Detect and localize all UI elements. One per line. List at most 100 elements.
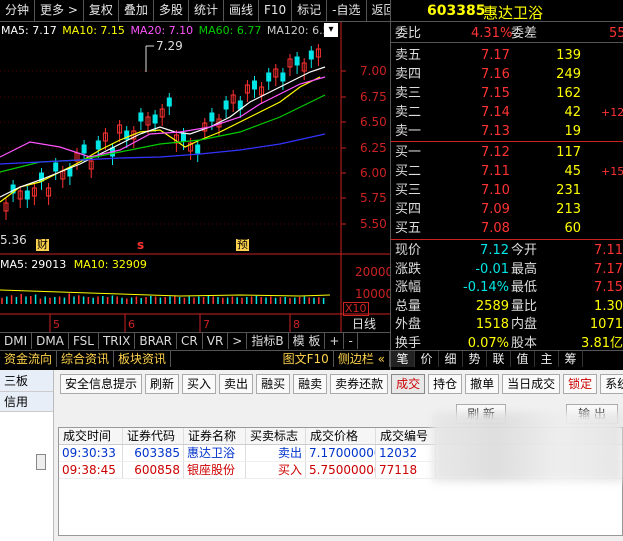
blurred-region [432,412,623,482]
trade-button[interactable]: 安全信息提示 [60,374,143,394]
quote-panel: 603385 惠达卫浴 委比 4.31% 委差 55 卖五 7.17 139 卖四 7.… [390,0,623,370]
indicator-tab[interactable]: TRIX [99,333,136,349]
candlestick [294,56,300,66]
candlestick [181,132,186,142]
trade-button[interactable]: 系统 [600,374,623,394]
side-scroll-handle[interactable] [36,454,46,470]
quote-row: 总量 2589 量比 1.30 [391,297,623,316]
level-volume: 213 [556,202,581,217]
toolbar-item[interactable]: 叠加 [119,0,154,21]
trade-button[interactable]: 卖券还款 [330,374,389,394]
volume-tick-label: 20000 [355,265,390,279]
candlestick [53,162,59,172]
event-s-mark[interactable]: s [137,239,144,251]
level-price: 7.11 [481,164,510,179]
column-header[interactable]: 成交编号 [376,428,436,444]
quote-tab[interactable]: 值 [511,351,535,367]
trade-button[interactable]: 成交 [391,374,426,394]
toolbar-item[interactable]: 画线 [224,0,259,21]
toolbar-item[interactable]: 统计 [189,0,224,21]
tab-credit[interactable]: 信用 [0,392,53,412]
quote-value: 1071 [589,317,623,332]
quote-tab[interactable]: 势 [463,351,487,367]
indicator-tab[interactable]: CR [177,333,203,349]
trade-button[interactable]: 锁定 [563,374,598,394]
trade-button[interactable]: 当日成交 [502,374,561,394]
candlestick [266,72,272,82]
price-tick-label: 6.00 [360,166,387,180]
cell-code: 600858 [123,462,184,478]
toolbar-item[interactable]: 更多 > [35,0,84,21]
cell-time: 09:38:45 [59,462,123,478]
trade-button[interactable]: 融买 [256,374,291,394]
toolbar-item[interactable]: F10 [259,0,293,21]
quote-tab[interactable]: 筹 [559,351,583,367]
column-header[interactable]: 证券名称 [184,428,246,444]
side-tab[interactable]: 侧边栏 « [334,351,390,367]
toolbar-item[interactable]: 多股 [154,0,189,21]
toolbar-item[interactable]: 复权 [84,0,119,21]
trade-button[interactable]: 卖出 [219,374,254,394]
vol-ma10-label: MA10: 32909 [73,258,147,271]
indicator-tab[interactable]: 指标B [247,333,289,349]
indicator-tab[interactable]: VR [203,333,229,349]
vol-ma5-label: MA5: 29013 [0,258,67,271]
info-tab[interactable]: 板块资讯 [114,351,172,367]
trade-button[interactable]: 刷新 [145,374,180,394]
quote-tab[interactable]: 联 [487,351,511,367]
trade-buttons: 安全信息提示刷新买入卖出融买融卖卖券还款成交持仓撤单当日成交锁定系统 [60,374,623,394]
info-tab[interactable]: 综合资讯 [57,351,115,367]
side-tab[interactable]: 图文F10 [279,351,334,367]
price-tick-label: 5.75 [360,191,387,205]
financial-report-mark[interactable]: 财 [36,239,49,251]
order-book-row: 卖五 7.17 139 [391,46,623,65]
column-header[interactable]: 成交时间 [59,428,123,444]
level-volume: 42 [564,105,581,120]
order-book-row: 买二 7.11 45 +15 [391,162,623,181]
indicator-tab[interactable]: DMA [32,333,69,349]
quote-tab[interactable]: 细 [439,351,463,367]
indicator-tab[interactable]: FSL [69,333,99,349]
candlestick [252,80,257,90]
level-volume: 117 [556,145,581,160]
quote-tab[interactable]: 主 [535,351,559,367]
quote-label: 内盘 [511,317,538,332]
indicator-tab[interactable]: - [344,333,358,349]
chart-toolbar: 分钟 更多 > 复权 叠加 多股 统计 画线 F10 标记 -自选 返回 [0,0,402,22]
candlestick [152,114,158,124]
kline-chart[interactable]: 7.006.756.506.256.005.755.50 2000010000 … [0,22,390,342]
toolbar-item[interactable]: 标记 [292,0,328,21]
toolbar-item[interactable]: -自选 [327,0,367,21]
ma-legend: MA5: 7.17 MA10: 7.15 MA20: 7.10 MA60: 6.… [1,24,330,38]
column-header[interactable]: 证券代码 [123,428,184,444]
quote-row: 现价 7.12 今开 7.11 [391,241,623,260]
level-label: 卖一 [395,124,422,139]
period-label[interactable]: 日线 [352,315,376,332]
column-header[interactable]: 买卖标志 [246,428,306,444]
quote-tab[interactable]: 笔 [391,351,415,367]
candlestick [223,100,229,110]
level-volume: 60 [564,221,581,236]
cell-name: 银座股份 [184,462,246,478]
price-tick-label: 5.50 [360,217,387,231]
indicator-tab[interactable]: + [325,333,345,349]
ma-dropdown-icon[interactable]: ▾ [324,23,338,37]
forecast-mark[interactable]: 预 [236,239,249,251]
level-label: 卖五 [395,48,422,63]
indicator-tab[interactable]: 模 板 [289,333,326,349]
indicator-tab[interactable]: > [228,333,248,349]
indicator-tab[interactable]: BRAR [135,333,178,349]
trade-button[interactable]: 撤单 [465,374,500,394]
indicator-tab[interactable]: DMI [0,333,33,349]
info-tab[interactable]: 资金流向 [0,351,58,367]
trade-button[interactable]: 融卖 [293,374,328,394]
trade-button[interactable]: 买入 [182,374,217,394]
level-price: 7.08 [481,221,510,236]
column-header[interactable]: 成交价格 [306,428,376,444]
quote-label: 最低 [511,280,538,295]
trade-button[interactable]: 持仓 [428,374,463,394]
tab-sanban[interactable]: 三板 [0,370,53,392]
toolbar-item[interactable]: 分钟 [0,0,36,21]
quote-tab[interactable]: 价 [415,351,439,367]
month-tick-label: 5 [53,318,60,331]
